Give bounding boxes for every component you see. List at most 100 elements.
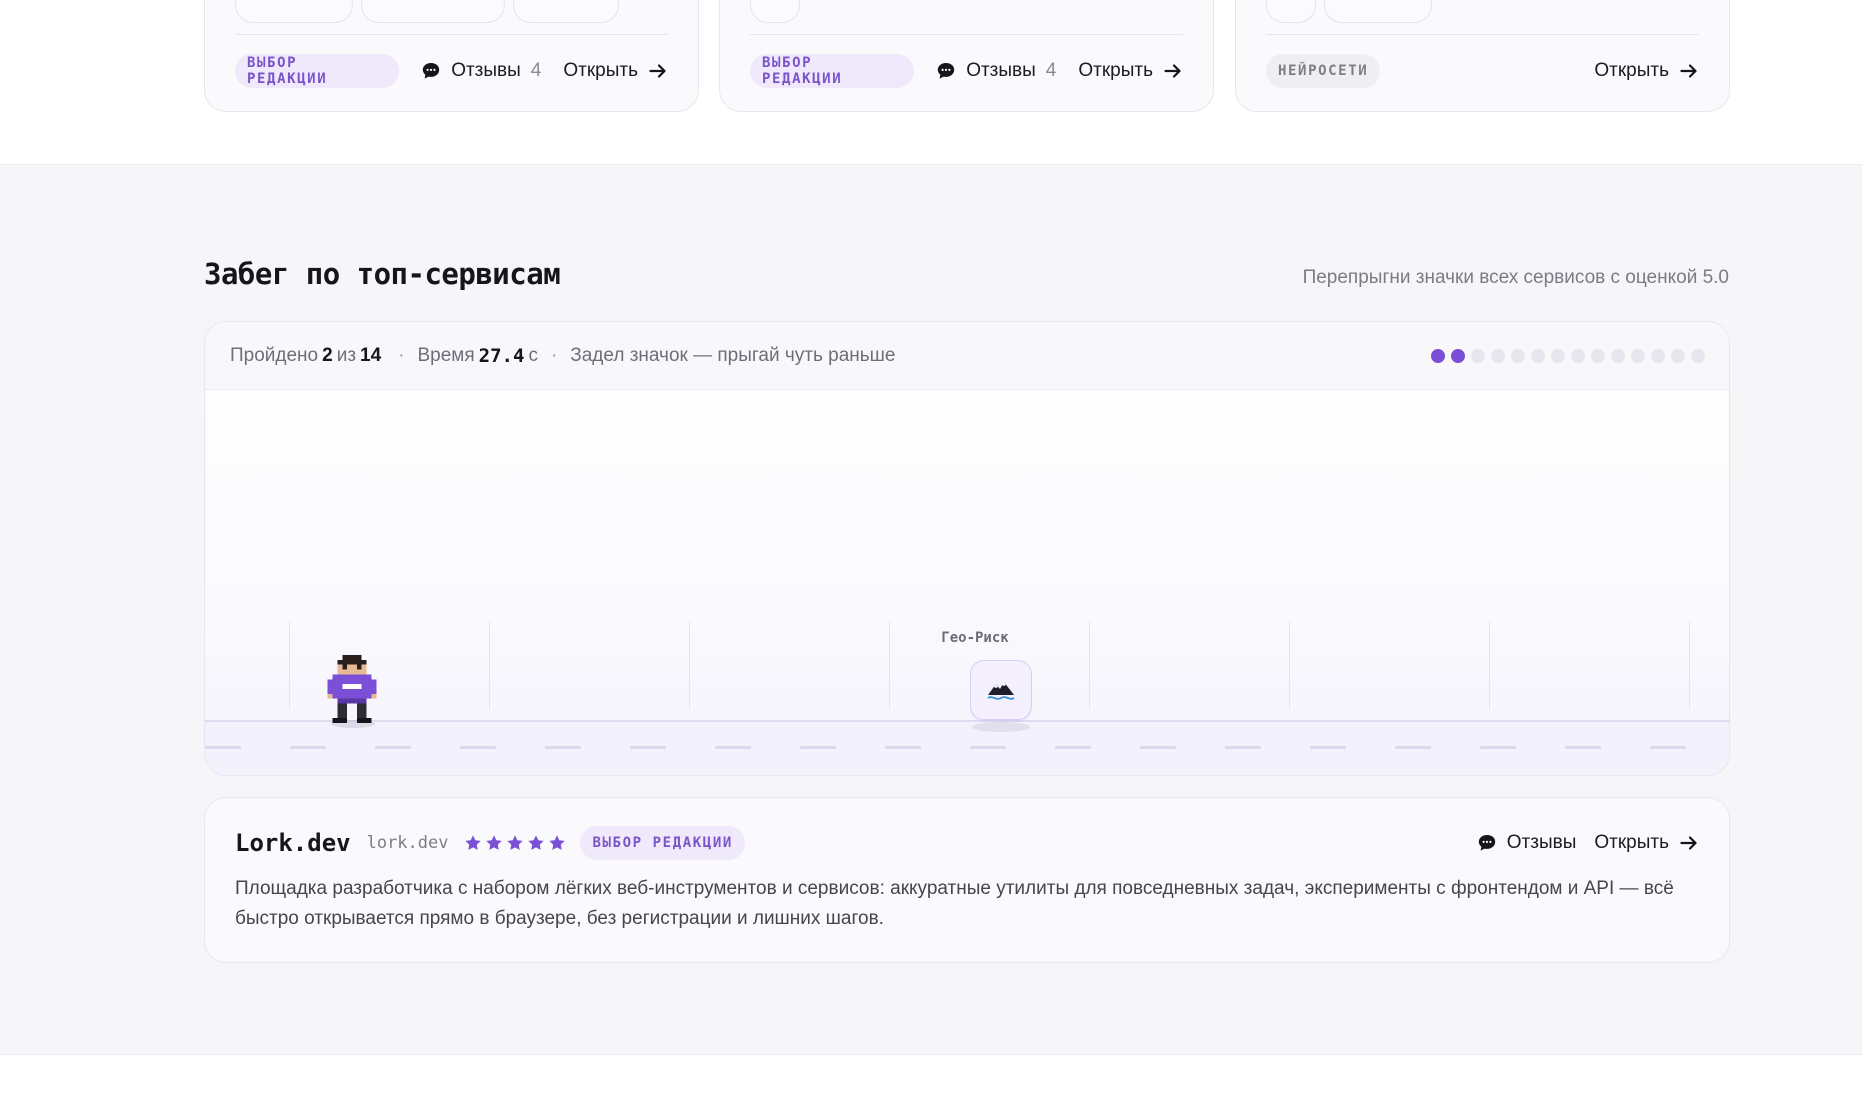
game-hint: Задел значок — прыгай чуть раньше <box>570 344 896 366</box>
progress-dot <box>1651 349 1665 363</box>
ground-dash <box>715 746 751 749</box>
ground-dash <box>1140 746 1176 749</box>
runner-game[interactable]: Пройдено 2 из 14 · Время 27.4 с · Задел … <box>204 321 1730 776</box>
ground-dash <box>205 746 241 749</box>
ground-dash <box>630 746 666 749</box>
service-card: НЕЙРОСЕТИ Открыть <box>1235 0 1730 112</box>
tag-chip[interactable] <box>513 0 619 23</box>
ground-dash <box>1650 746 1686 749</box>
service-name[interactable]: Lork.dev <box>235 829 351 857</box>
ground-dash <box>290 746 326 749</box>
track-post <box>1689 622 1690 710</box>
tag-chip[interactable] <box>750 0 800 23</box>
progress-dot <box>1551 349 1565 363</box>
ground-dash <box>375 746 411 749</box>
service-obstacle-badge <box>970 660 1032 720</box>
track-post <box>1089 622 1090 710</box>
tag-chip[interactable] <box>235 0 353 23</box>
ground <box>205 722 1729 775</box>
separator: · <box>550 344 558 366</box>
reviews-label: Отзывы <box>451 60 521 81</box>
of-label: из <box>336 344 357 366</box>
tag-chip[interactable] <box>1266 0 1316 23</box>
game-status-bar: Пройдено 2 из 14 · Время 27.4 с · Задел … <box>205 322 1729 390</box>
card-divider <box>235 34 668 35</box>
section-title: Забег по топ-сервисам <box>204 257 561 291</box>
service-actions: Отзывы Открыть <box>1477 832 1699 854</box>
mountain-wave-icon <box>987 682 1015 700</box>
obstacle-label: Гео-Риск <box>941 630 1009 646</box>
ground-dash <box>460 746 496 749</box>
service-card: ВЫБОР РЕДАКЦИИ Отзывы 4 Открыть <box>204 0 699 112</box>
open-link[interactable]: Открыть <box>1594 832 1699 854</box>
card-footer: ВЫБОР РЕДАКЦИИ Отзывы 4 Открыть <box>750 54 1183 88</box>
card-divider <box>1266 34 1699 35</box>
service-card: ВЫБОР РЕДАКЦИИ Отзывы 4 Открыть <box>719 0 1214 112</box>
total-count: 14 <box>360 344 382 366</box>
progress-dot <box>1571 349 1585 363</box>
obstacle-shadow <box>972 722 1030 732</box>
open-link[interactable]: Открыть <box>1078 60 1183 82</box>
progress-dot <box>1511 349 1525 363</box>
star-icon <box>486 835 503 850</box>
ground-dash <box>800 746 836 749</box>
passed-label: Пройдено <box>230 344 319 366</box>
track-post <box>1489 622 1490 710</box>
tag-chip[interactable] <box>361 0 505 23</box>
service-domain[interactable]: lork.dev <box>367 833 449 853</box>
ground-dash <box>1480 746 1516 749</box>
top-cards-strip: ВЫБОР РЕДАКЦИИ Отзывы 4 Открыть ВЫБОР РЕ… <box>0 0 1862 165</box>
ground-line <box>205 720 1729 722</box>
progress-dot <box>1691 349 1705 363</box>
card-divider <box>750 34 1183 35</box>
reviews-link[interactable]: Отзывы 4 <box>421 60 541 82</box>
reviews-label: Отзывы <box>966 60 1036 81</box>
open-link[interactable]: Открыть <box>563 60 668 82</box>
ground-dash <box>1310 746 1346 749</box>
reviews-link[interactable]: Отзывы <box>1477 832 1577 854</box>
editor-choice-badge: ВЫБОР РЕДАКЦИИ <box>750 54 915 88</box>
progress-dot <box>1611 349 1625 363</box>
editor-choice-badge: ВЫБОР РЕДАКЦИИ <box>235 54 400 88</box>
open-label: Открыть <box>1078 60 1153 81</box>
star-icon <box>465 835 482 850</box>
card-footer: ВЫБОР РЕДАКЦИИ Отзывы 4 Открыть <box>235 54 668 88</box>
ground-dash <box>1055 746 1091 749</box>
track-post <box>289 622 290 710</box>
ground-dash <box>1395 746 1431 749</box>
open-link[interactable]: Открыть <box>1594 60 1699 82</box>
star-icon <box>528 835 545 850</box>
ground-dash <box>1565 746 1601 749</box>
top-services-run-section: Забег по топ-сервисам Перепрыгни значки … <box>0 165 1862 1055</box>
progress-dot <box>1671 349 1685 363</box>
progress-dot <box>1591 349 1605 363</box>
progress-dot-done <box>1431 349 1445 363</box>
service-description: Площадка разработчика с набором лёгких в… <box>235 878 1674 929</box>
progress-dot <box>1471 349 1485 363</box>
card-footer: НЕЙРОСЕТИ Открыть <box>1266 54 1699 88</box>
arrow-right-icon <box>1164 64 1181 78</box>
open-label: Открыть <box>1594 832 1669 853</box>
arrow-right-icon <box>1680 64 1697 78</box>
time-value: 27.4 <box>478 344 525 367</box>
ground-dash <box>885 746 921 749</box>
progress-dots <box>1431 349 1705 363</box>
reviews-label: Отзывы <box>1506 832 1577 853</box>
tag-chip[interactable] <box>1324 0 1432 23</box>
progress-dot <box>1631 349 1645 363</box>
section-subtitle: Перепрыгни значки всех сервисов с оценко… <box>1302 267 1729 288</box>
chat-bubble-icon <box>1478 835 1495 851</box>
service-info-header: Lork.dev lork.dev ВЫБОР РЕДАКЦИИ Отзывы … <box>235 826 1699 860</box>
ground-dash <box>1225 746 1261 749</box>
rating-stars <box>464 834 566 852</box>
reviews-count: 4 <box>1045 60 1057 81</box>
reviews-link[interactable]: Отзывы 4 <box>936 60 1056 82</box>
time-label: Время <box>417 344 475 366</box>
editor-choice-badge: ВЫБОР РЕДАКЦИИ <box>580 826 745 860</box>
arrow-right-icon <box>649 64 666 78</box>
ground-dash <box>545 746 581 749</box>
reviews-count: 4 <box>530 60 542 81</box>
separator: · <box>398 344 405 366</box>
ground-dash <box>970 746 1006 749</box>
star-icon <box>507 835 524 850</box>
